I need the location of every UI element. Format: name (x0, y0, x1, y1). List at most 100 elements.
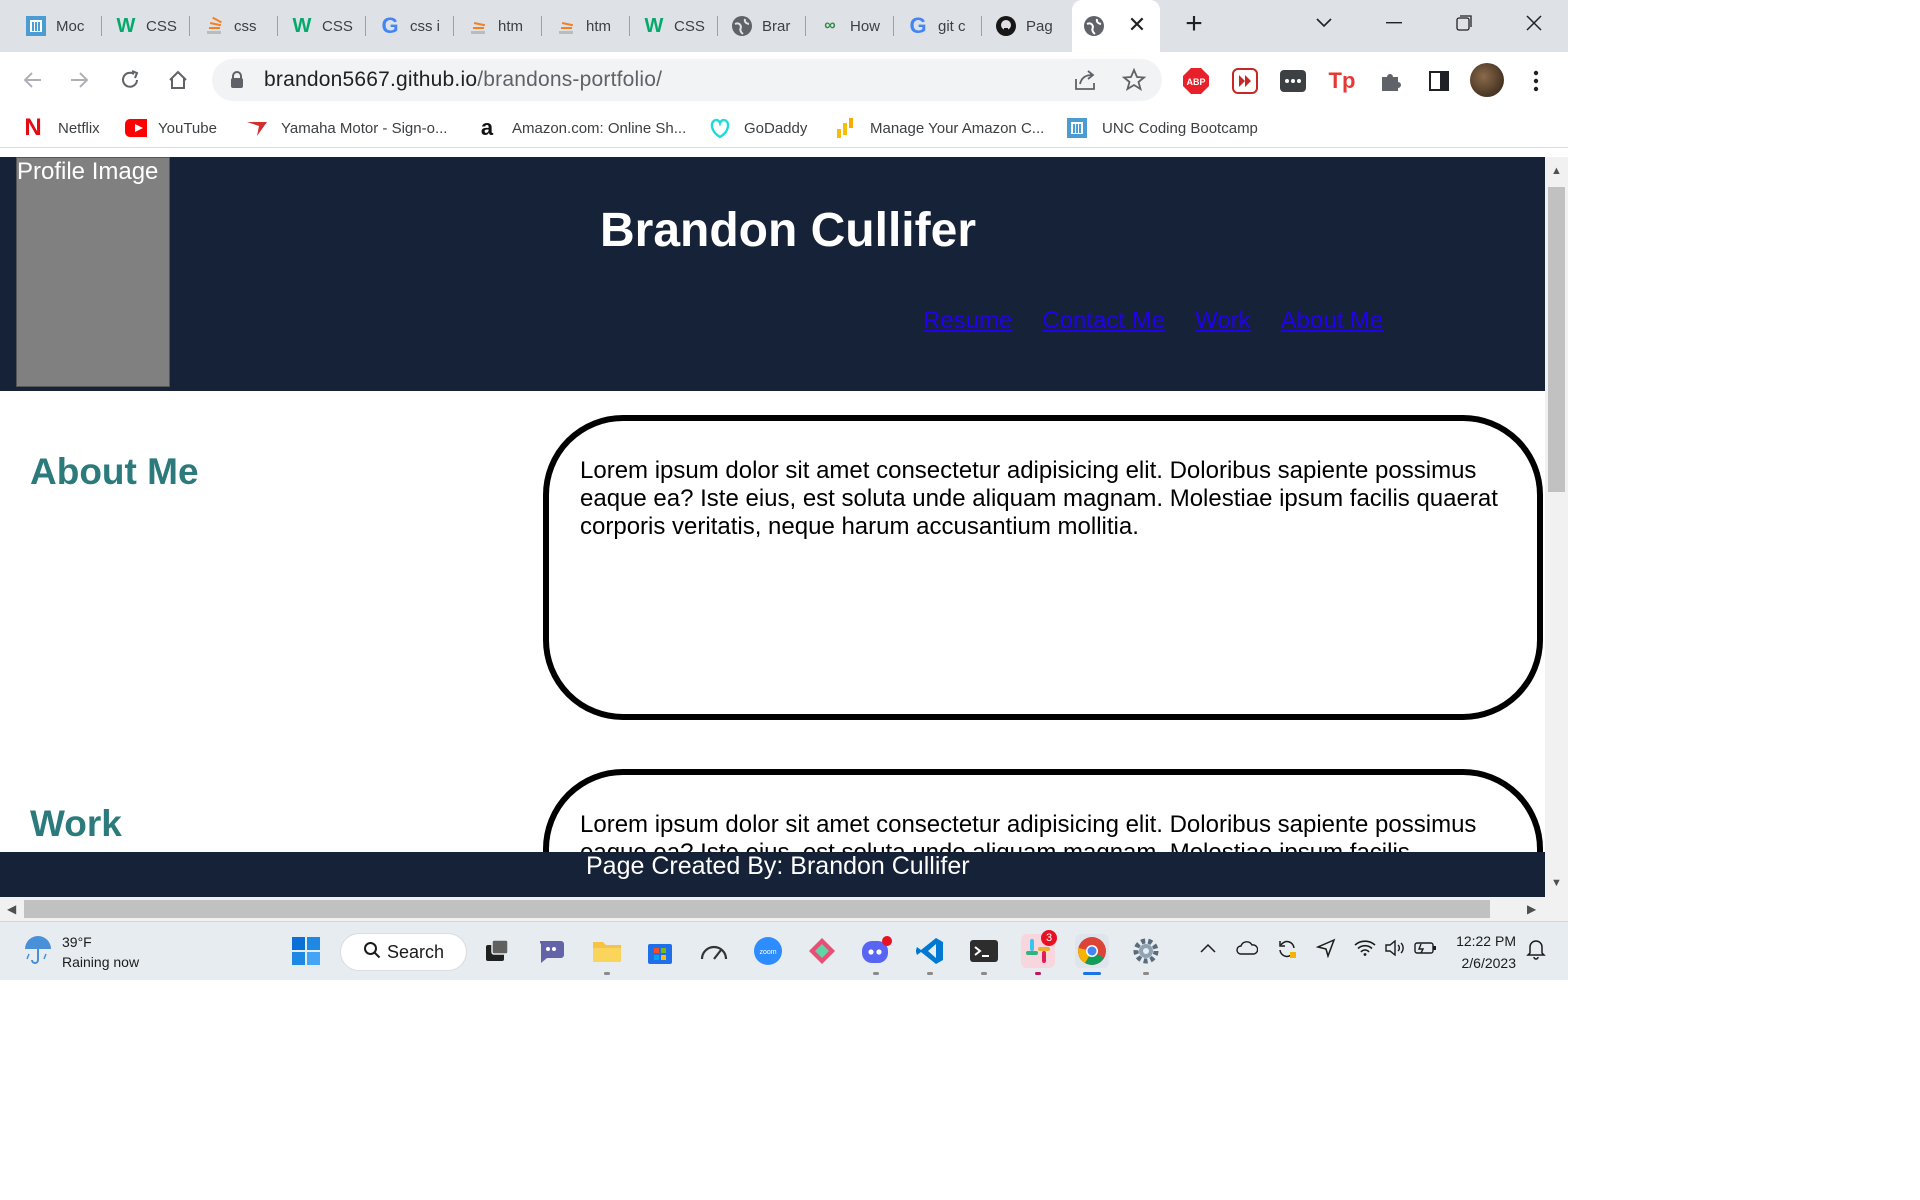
search-label: Search (387, 941, 445, 962)
tab-2[interactable]: W CSS (104, 8, 190, 44)
restore-icon[interactable] (1446, 8, 1482, 38)
speedometer-icon[interactable] (697, 934, 731, 968)
home-icon[interactable] (162, 64, 194, 96)
show-hidden-icons-icon[interactable] (1200, 940, 1216, 958)
scroll-thumb-horizontal[interactable] (24, 900, 1490, 918)
discord-icon[interactable] (859, 934, 893, 975)
tab-5[interactable]: G css i (368, 8, 454, 44)
tab-label: htm (498, 17, 524, 35)
battery-plug-icon[interactable] (1414, 940, 1438, 961)
puzzle-extensions-icon[interactable] (1375, 66, 1405, 96)
bookmark-star-icon[interactable] (1121, 67, 1147, 97)
vertical-scrollbar[interactable]: ▲ ▼ (1545, 157, 1568, 897)
tab-search-icon[interactable] (1306, 8, 1342, 38)
address-bar[interactable]: brandon5667.github.io/brandons-portfolio… (212, 59, 1162, 101)
taskbar-search[interactable]: Search (340, 933, 467, 971)
nav-link-about[interactable]: About Me (1281, 307, 1384, 335)
umbrella-rain-icon (22, 934, 54, 971)
bookmark-netflix[interactable]: N Netflix (22, 114, 99, 141)
new-tab-icon[interactable]: + (1180, 9, 1208, 39)
bookmark-unc-bootcamp[interactable]: UNC Coding Bootcamp (1066, 115, 1258, 141)
file-explorer-icon[interactable] (590, 934, 624, 975)
tp-extension-icon[interactable]: Tp (1327, 66, 1357, 96)
vscode-icon[interactable] (913, 934, 947, 975)
tab-7[interactable]: htm (544, 8, 630, 44)
video-speed-icon[interactable] (1230, 66, 1260, 96)
bookmark-amazon[interactable]: a Amazon.com: Online Sh... (476, 115, 686, 141)
tab-label: css (234, 17, 257, 35)
bookmark-godaddy[interactable]: GoDaddy (708, 115, 807, 141)
reload-icon[interactable] (114, 64, 146, 96)
teams-chat-icon[interactable] (535, 934, 569, 968)
page-viewport: Profile Image Brandon Cullifer Resume Co… (0, 157, 1545, 897)
back-icon[interactable] (16, 64, 48, 96)
git-kraken-icon[interactable] (805, 934, 839, 968)
share-icon[interactable] (1074, 69, 1098, 96)
bookmark-youtube[interactable]: YouTube (125, 115, 217, 141)
tab-1[interactable]: Moc (14, 8, 102, 44)
running-indicator (873, 972, 879, 975)
bookmark-label: GoDaddy (744, 119, 808, 137)
tab-10[interactable]: ∞ How (808, 8, 894, 44)
search-icon (363, 941, 381, 964)
location-arrow-icon[interactable] (1315, 938, 1336, 963)
profile-avatar[interactable] (1470, 63, 1504, 97)
onedrive-icon[interactable] (1236, 941, 1259, 960)
tab-9[interactable]: Brar (720, 8, 806, 44)
nav-link-work[interactable]: Work (1195, 307, 1251, 335)
tab-12[interactable]: Pag (984, 8, 1070, 44)
terminal-icon[interactable] (967, 934, 1001, 975)
notification-bell-icon[interactable] (1526, 938, 1546, 965)
browser-toolbar: brandon5667.github.io/brandons-portfolio… (0, 52, 1568, 108)
bookmark-yamaha[interactable]: Yamaha Motor - Sign-o... (245, 115, 447, 141)
close-window-icon[interactable] (1516, 8, 1552, 38)
unc-icon (24, 14, 48, 38)
slack-badge: 3 (1041, 930, 1057, 946)
site-footer: Page Created By: Brandon Cullifer (0, 852, 1545, 897)
slack-icon[interactable]: 3 (1021, 930, 1057, 975)
tab-8[interactable]: W CSS (632, 8, 718, 44)
chrome-icon[interactable] (1075, 934, 1109, 975)
tab-4[interactable]: W CSS (280, 8, 366, 44)
nav-link-contact[interactable]: Contact Me (1042, 307, 1165, 335)
scroll-up-icon[interactable]: ▲ (1551, 165, 1562, 177)
settings-gear-icon[interactable] (1129, 934, 1163, 975)
wifi-icon[interactable] (1354, 940, 1376, 961)
zoom-icon[interactable]: zoom (751, 934, 785, 968)
scroll-thumb[interactable] (1548, 187, 1565, 492)
tab-11[interactable]: G git c (896, 8, 982, 44)
task-view-icon[interactable] (480, 934, 514, 968)
tab-6[interactable]: htm (456, 8, 542, 44)
kebab-menu-icon[interactable] (1521, 66, 1551, 96)
minimize-icon[interactable] (1376, 8, 1412, 38)
tab-label: htm (586, 17, 612, 35)
horizontal-scrollbar[interactable]: ◀ ▶ (0, 897, 1545, 921)
bookmark-amazon-analytics[interactable]: Manage Your Amazon C... (834, 115, 1044, 141)
nav-link-resume[interactable]: Resume (923, 307, 1012, 335)
lock-icon (230, 71, 244, 94)
svg-text:zoom: zoom (759, 949, 776, 956)
stackoverflow-icon (466, 14, 490, 38)
forward-icon[interactable] (64, 64, 96, 96)
scroll-right-icon[interactable]: ▶ (1527, 902, 1536, 916)
scroll-left-icon[interactable]: ◀ (7, 902, 16, 916)
globe-icon (1082, 14, 1106, 38)
scroll-down-icon[interactable]: ▼ (1551, 877, 1562, 889)
more-extension-icon[interactable] (1278, 66, 1308, 96)
microsoft-store-icon[interactable] (643, 934, 677, 968)
volume-icon[interactable] (1384, 939, 1406, 961)
tab-3[interactable]: css (192, 8, 278, 44)
profile-image-alt: Profile Image (17, 158, 159, 185)
close-tab-icon[interactable]: ✕ (1126, 14, 1148, 36)
globe-icon (730, 14, 754, 38)
side-panel-icon[interactable] (1424, 66, 1454, 96)
weather-widget[interactable]: 39°F Raining now (22, 932, 139, 972)
sync-icon[interactable] (1276, 938, 1298, 965)
weather-temp: 39°F (62, 934, 92, 950)
bookmark-label: Manage Your Amazon C... (870, 119, 1045, 137)
adblock-plus-icon[interactable]: ABP (1181, 66, 1211, 96)
bookmark-label: Yamaha Motor - Sign-o... (281, 119, 448, 137)
clock[interactable]: 12:22 PM 2/6/2023 (1448, 930, 1516, 974)
windows-start-icon[interactable] (289, 934, 323, 968)
clock-date: 2/6/2023 (1461, 955, 1517, 971)
